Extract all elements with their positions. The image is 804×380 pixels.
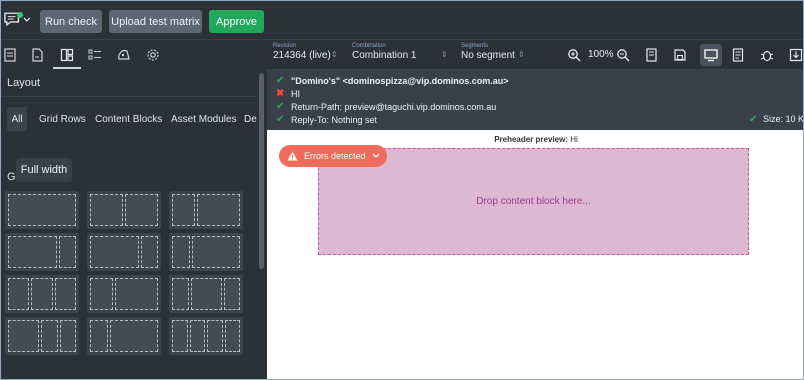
revision-select[interactable]: Revision 214364 (live) ⇕ xyxy=(273,43,343,61)
text-view-icon[interactable] xyxy=(729,46,747,64)
segments-select[interactable]: Segments No segment ⇕ xyxy=(461,43,531,61)
from-line: ✔ "Domino's" <dominospizza@vip.dominos.c… xyxy=(276,75,508,86)
grid-row-option[interactable] xyxy=(87,191,161,229)
reply-to-value: Reply-To: Nothing set xyxy=(291,114,378,125)
tab-all[interactable]: All xyxy=(7,107,27,131)
gear-icon[interactable] xyxy=(144,46,162,64)
divider xyxy=(1,96,257,97)
desktop-icon xyxy=(702,46,720,64)
subject-value: HI xyxy=(291,88,300,99)
grid-row-option[interactable] xyxy=(5,275,79,313)
scrollbar-thumb[interactable] xyxy=(259,73,264,269)
palette-icon[interactable] xyxy=(115,46,133,64)
document-icon[interactable] xyxy=(1,46,19,64)
size-line: ✔ Size: 10 KB xyxy=(749,114,804,125)
email-preview-area: ✔ "Domino's" <dominospizza@vip.dominos.c… xyxy=(267,69,804,379)
layout-panel: Layout All Grid Rows Content Blocks Asse… xyxy=(1,69,267,379)
return-path-value: Return-Path: preview@taguchi.vip.dominos… xyxy=(291,101,497,112)
grid-row-option[interactable] xyxy=(169,317,243,355)
chevron-down-icon xyxy=(372,153,379,158)
email-header-info: ✔ "Domino's" <dominospizza@vip.dominos.c… xyxy=(267,69,804,130)
tab-content-blocks[interactable]: Content Blocks xyxy=(95,107,162,131)
grid-row-option[interactable] xyxy=(5,317,79,355)
check-icon: ✔ xyxy=(276,114,285,125)
save-icon[interactable] xyxy=(671,46,689,64)
bug-icon[interactable] xyxy=(758,46,776,64)
grid-row-option[interactable] xyxy=(87,317,161,355)
notification-dot xyxy=(17,12,23,18)
revision-label: Revision xyxy=(273,43,297,49)
warning-icon xyxy=(287,151,298,161)
run-check-button[interactable]: Run check xyxy=(40,10,102,33)
preheader-preview: Preheader preview: Hi xyxy=(267,135,803,144)
subject-line: ✖ HI xyxy=(276,88,300,99)
inbox-icon[interactable] xyxy=(28,46,46,64)
preheader-label: Preheader preview: xyxy=(494,135,568,144)
grid-row-option[interactable] xyxy=(87,233,161,271)
grid-row-option[interactable] xyxy=(169,275,243,313)
zoom-level: 100% xyxy=(588,49,614,60)
grid-row-option[interactable] xyxy=(87,275,161,313)
top-toolbar: Run check Upload test matrix Approve xyxy=(1,1,803,39)
select-arrows-icon: ⇕ xyxy=(331,50,338,59)
tooltip: Full width xyxy=(16,158,72,182)
check-icon: ✔ xyxy=(276,101,285,112)
return-path-line: ✔ Return-Path: preview@taguchi.vip.domin… xyxy=(276,101,496,112)
grid-row-option[interactable] xyxy=(5,233,79,271)
tab-truncated[interactable]: De xyxy=(244,107,257,131)
grid-row-option[interactable] xyxy=(169,233,243,271)
select-arrows-icon: ⇕ xyxy=(441,50,448,59)
list-icon[interactable] xyxy=(86,46,104,64)
download-icon[interactable] xyxy=(787,46,803,64)
panel-title: Layout xyxy=(7,77,41,89)
tab-grid-rows[interactable]: Grid Rows xyxy=(39,107,86,131)
grid-row-option[interactable] xyxy=(5,191,79,229)
layout-icon[interactable] xyxy=(58,46,76,64)
combination-select[interactable]: Combination Combination 1 ⇕ xyxy=(352,43,452,61)
layout-tabs: All Grid Rows Content Blocks Asset Modul… xyxy=(1,107,257,131)
zoom-in-icon[interactable] xyxy=(565,46,583,64)
check-icon: ✔ xyxy=(276,75,285,86)
editor-toolbar: Revision 214364 (live) ⇕ Combination Com… xyxy=(1,39,803,69)
grid-row-option[interactable] xyxy=(169,191,243,229)
preheader-value: Hi xyxy=(570,135,578,144)
check-icon: ✔ xyxy=(749,114,758,125)
zoom-out-icon[interactable] xyxy=(614,46,632,64)
grid-row-options xyxy=(5,187,247,379)
tab-asset-modules[interactable]: Asset Modules xyxy=(171,107,237,131)
combination-value: Combination 1 xyxy=(352,50,417,61)
chevron-down-icon xyxy=(23,17,31,22)
segments-label: Segments xyxy=(461,43,489,49)
errors-detected-badge[interactable]: Errors detected xyxy=(279,145,387,167)
size-value: Size: 10 KB xyxy=(763,114,804,124)
upload-test-matrix-button[interactable]: Upload test matrix xyxy=(109,10,202,33)
error-x-icon: ✖ xyxy=(276,88,285,99)
errors-label: Errors detected xyxy=(304,151,366,161)
reply-to-line: ✔ Reply-To: Nothing set xyxy=(276,114,377,125)
app-window: Run check Upload test matrix Approve Rev… xyxy=(0,0,804,380)
approve-button[interactable]: Approve xyxy=(209,10,264,33)
from-value: "Domino's" <dominospizza@vip.dominos.com… xyxy=(291,75,509,86)
select-arrows-icon: ⇕ xyxy=(518,50,525,59)
comments-button[interactable] xyxy=(3,10,31,30)
add-page-icon[interactable] xyxy=(643,46,661,64)
combination-label: Combination xyxy=(352,43,386,49)
